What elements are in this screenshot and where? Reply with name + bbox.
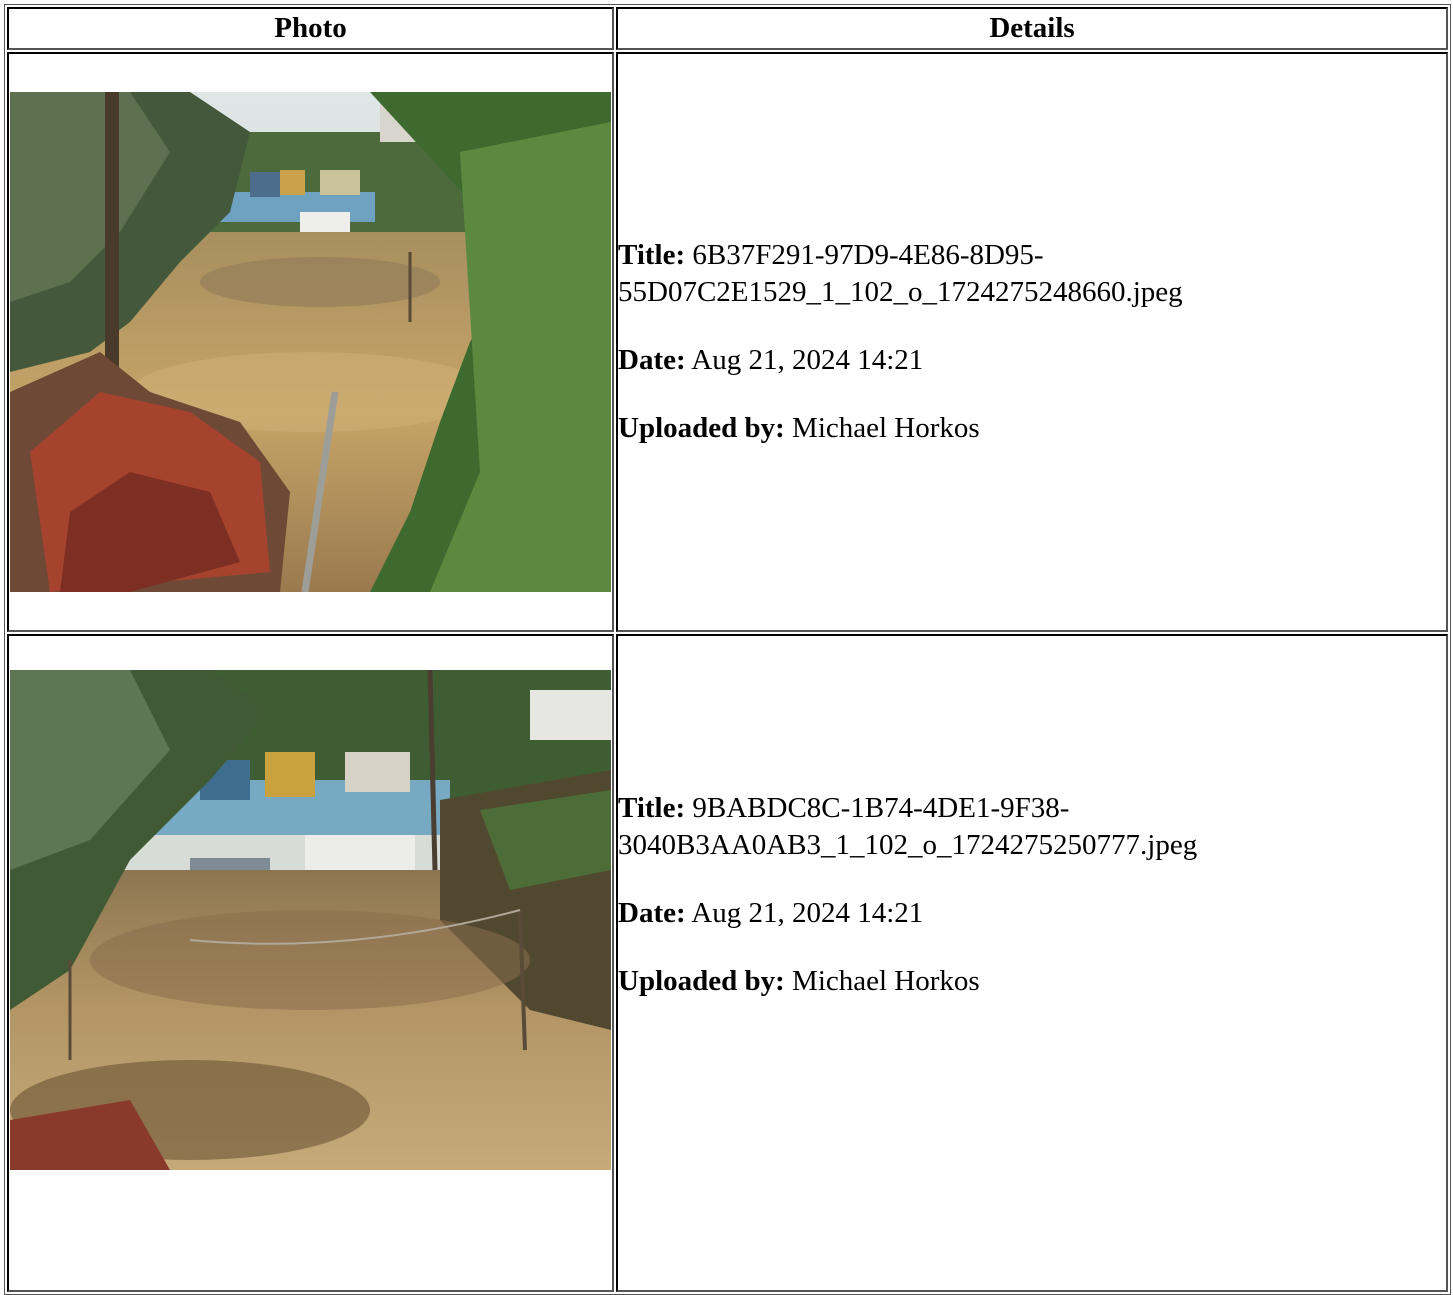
uploaded-by-value: Michael Horkos <box>792 412 980 444</box>
photo-report-table: Photo Details Title: 6B37F291-97D9-4E86-… <box>4 4 1451 1295</box>
date-value: Aug 21, 2024 14:21 <box>691 897 924 929</box>
uploaded-by-field: Uploaded by: Michael Horkos <box>618 963 1446 1000</box>
table-row: Title: 9BABDC8C-1B74-4DE1-9F38- 3040B3AA… <box>7 634 1448 1292</box>
site-photo[interactable] <box>10 92 611 592</box>
uploaded-by-label: Uploaded by: <box>618 965 785 997</box>
title-field: Title: 9BABDC8C-1B74-4DE1-9F38- 3040B3AA… <box>618 790 1446 864</box>
header-row: Photo Details <box>7 7 1448 50</box>
site-photo-image <box>10 670 611 1170</box>
date-label: Date: <box>618 344 686 376</box>
details-cell: Title: 6B37F291-97D9-4E86-8D95- 55D07C2E… <box>616 52 1448 632</box>
uploaded-by-field: Uploaded by: Michael Horkos <box>618 410 1446 447</box>
title-value: 6B37F291-97D9-4E86-8D95- 55D07C2E1529_1_… <box>618 239 1183 308</box>
date-field: Date: Aug 21, 2024 14:21 <box>618 895 1446 932</box>
photo-cell <box>7 634 614 1292</box>
title-value: 9BABDC8C-1B74-4DE1-9F38- 3040B3AA0AB3_1_… <box>618 792 1198 861</box>
title-label: Title: <box>618 239 686 271</box>
site-photo[interactable] <box>10 670 611 1170</box>
date-field: Date: Aug 21, 2024 14:21 <box>618 342 1446 379</box>
site-photo-image <box>10 92 611 592</box>
details-column-header: Details <box>616 7 1448 50</box>
title-label: Title: <box>618 792 686 824</box>
title-field: Title: 6B37F291-97D9-4E86-8D95- 55D07C2E… <box>618 237 1446 311</box>
uploaded-by-value: Michael Horkos <box>792 965 980 997</box>
details-cell: Title: 9BABDC8C-1B74-4DE1-9F38- 3040B3AA… <box>616 634 1448 1292</box>
photo-column-header: Photo <box>7 7 614 50</box>
photo-cell <box>7 52 614 632</box>
table-row: Title: 6B37F291-97D9-4E86-8D95- 55D07C2E… <box>7 52 1448 632</box>
date-label: Date: <box>618 897 686 929</box>
date-value: Aug 21, 2024 14:21 <box>691 344 924 376</box>
uploaded-by-label: Uploaded by: <box>618 412 785 444</box>
